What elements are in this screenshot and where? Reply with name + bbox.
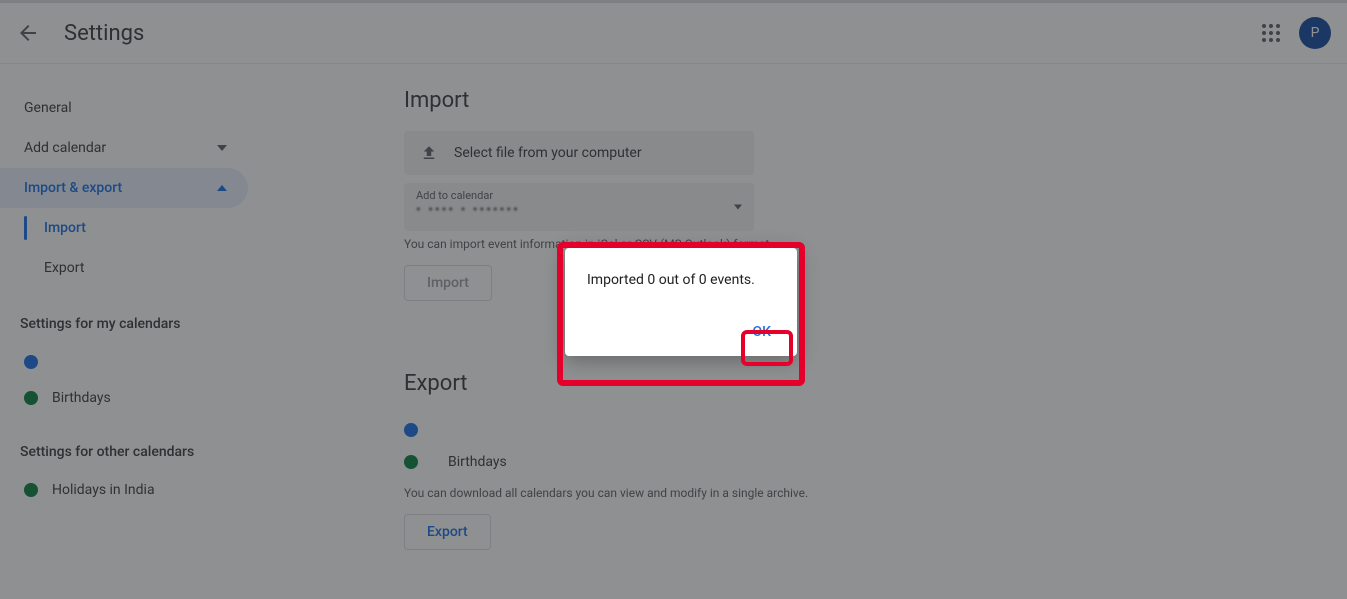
dialog-ok-button[interactable]: OK (743, 318, 782, 346)
import-result-dialog: Imported 0 out of 0 events. OK (565, 248, 797, 356)
dialog-message: Imported 0 out of 0 events. (587, 272, 781, 288)
